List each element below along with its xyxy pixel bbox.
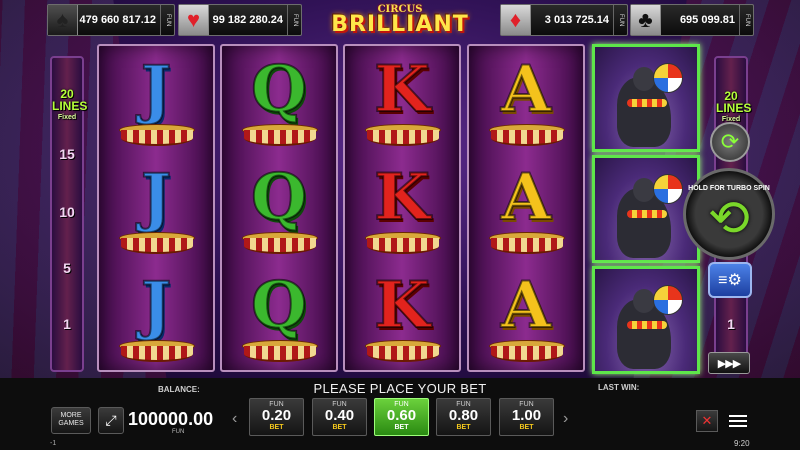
jackpot-currency: FUN <box>160 5 174 35</box>
payline-marker: 5 <box>63 260 71 276</box>
pedestal <box>365 232 441 258</box>
pedestal <box>489 340 565 366</box>
ball-icon <box>653 285 683 315</box>
payline-marker: 1 <box>727 316 735 332</box>
status-message: PLEASE PLACE YOUR BET <box>313 381 487 396</box>
bet-option-selected[interactable]: FUN 0.60 BET <box>374 398 429 436</box>
pedestal <box>119 124 195 150</box>
symbol-a: A <box>469 266 583 374</box>
symbol-q: Q <box>222 266 336 374</box>
autoplay-button[interactable]: ⟳ <box>710 122 750 162</box>
symbol-k: K <box>345 50 459 158</box>
jackpot-spades: ♠ 479 660 817.12 FUN <box>47 4 175 36</box>
pedestal <box>242 340 318 366</box>
game-logo: CIRCUS BRILLIANT <box>325 2 475 40</box>
lines-indicator-right: 20 LINES Fixed <box>716 89 752 123</box>
jackpot-clubs-value: 695 099.81 <box>679 14 735 26</box>
jackpot-currency: FUN <box>287 5 301 35</box>
symbol-q: Q <box>222 158 336 266</box>
balance-currency: FUN <box>172 429 185 435</box>
symbol-j: J <box>99 266 213 374</box>
bet-option[interactable]: FUN 0.80 BET <box>436 398 491 436</box>
pedestal <box>242 124 318 150</box>
symbol-j: J <box>99 158 213 266</box>
reel-4: A A A <box>467 44 585 372</box>
bet-option[interactable]: FUN 0.20 BET <box>249 398 304 436</box>
reel-3: K K K <box>343 44 461 372</box>
more-games-button[interactable]: MORE GAMES <box>51 407 91 434</box>
symbol-j: J <box>99 50 213 158</box>
jackpot-spades-value: 479 660 817.12 <box>79 14 156 26</box>
jackpot-diamonds: ♦ 3 013 725.14 FUN <box>500 4 628 36</box>
jackpot-bar: ♠ 479 660 817.12 FUN ♥ 99 182 280.24 FUN… <box>0 0 800 40</box>
symbol-k: K <box>345 266 459 374</box>
logo-brilliant: BRILLIANT <box>331 12 469 37</box>
symbol-k: K <box>345 158 459 266</box>
hamburger-icon <box>729 415 747 417</box>
bet-scroll-right[interactable]: › <box>563 410 568 428</box>
pedestal <box>489 124 565 150</box>
pedestal <box>242 232 318 258</box>
clock: 9:20 <box>734 439 750 448</box>
ball-icon <box>653 63 683 93</box>
jackpot-hearts-value: 99 182 280.24 <box>212 14 283 26</box>
club-icon: ♣ <box>631 5 661 35</box>
payline-marker: 10 <box>59 204 75 220</box>
lines-indicator-left: 20 LINES Fixed <box>52 87 88 121</box>
jackpot-diamonds-value: 3 013 725.14 <box>544 14 609 26</box>
jackpot-hearts: ♥ 99 182 280.24 FUN <box>178 4 302 36</box>
diamond-icon: ♦ <box>501 5 531 35</box>
jackpot-currency: FUN <box>739 5 753 35</box>
paylines-rail-left: 20 LINES Fixed 15 10 5 1 <box>50 56 88 372</box>
last-win-label: LAST WIN: <box>598 383 640 392</box>
settings-button[interactable]: ≡⚙ <box>708 262 752 298</box>
pedestal <box>365 340 441 366</box>
spin-button[interactable]: HOLD FOR TURBO SPIN ⟲ <box>683 168 775 260</box>
symbol-seal <box>592 266 700 374</box>
fullscreen-icon: ⤢ <box>105 412 117 428</box>
symbol-a: A <box>469 158 583 266</box>
heart-icon: ♥ <box>179 5 209 35</box>
symbol-q: Q <box>222 50 336 158</box>
gear-icon: ≡⚙ <box>718 272 742 289</box>
spade-icon: ♠ <box>48 5 78 35</box>
payline-marker: 15 <box>59 146 75 162</box>
symbol-seal <box>592 44 700 152</box>
mute-icon: ✕ <box>701 413 713 428</box>
reel-2: Q Q Q <box>220 44 338 372</box>
menu-button[interactable] <box>725 410 751 432</box>
turbo-spin-hint: HOLD FOR TURBO SPIN <box>688 185 770 192</box>
symbol-a: A <box>469 50 583 158</box>
bet-scroll-left[interactable]: ‹ <box>232 410 237 428</box>
reel-1: J J J <box>97 44 215 372</box>
bet-option[interactable]: FUN 0.40 BET <box>312 398 367 436</box>
speed-button[interactable]: ▶▶▶ <box>708 352 750 374</box>
pedestal <box>365 124 441 150</box>
bet-option[interactable]: FUN 1.00 BET <box>499 398 554 436</box>
jackpot-clubs: ♣ 695 099.81 FUN <box>630 4 754 36</box>
balance-value: 100000.00 <box>128 409 214 429</box>
spin-arrows-icon: ⟲ <box>708 190 750 246</box>
ball-icon <box>653 174 683 204</box>
jackpot-currency: FUN <box>613 5 627 35</box>
pedestal <box>119 232 195 258</box>
pedestal <box>489 232 565 258</box>
pedestal <box>119 340 195 366</box>
play-icon: ⟳ <box>720 129 740 154</box>
status-left: -1 <box>50 440 57 447</box>
fullscreen-button[interactable]: ⤢ <box>98 407 124 434</box>
balance-label: BALANCE: <box>158 385 200 394</box>
payline-marker: 1 <box>63 316 71 332</box>
sound-toggle-button[interactable]: ✕ <box>696 410 718 432</box>
